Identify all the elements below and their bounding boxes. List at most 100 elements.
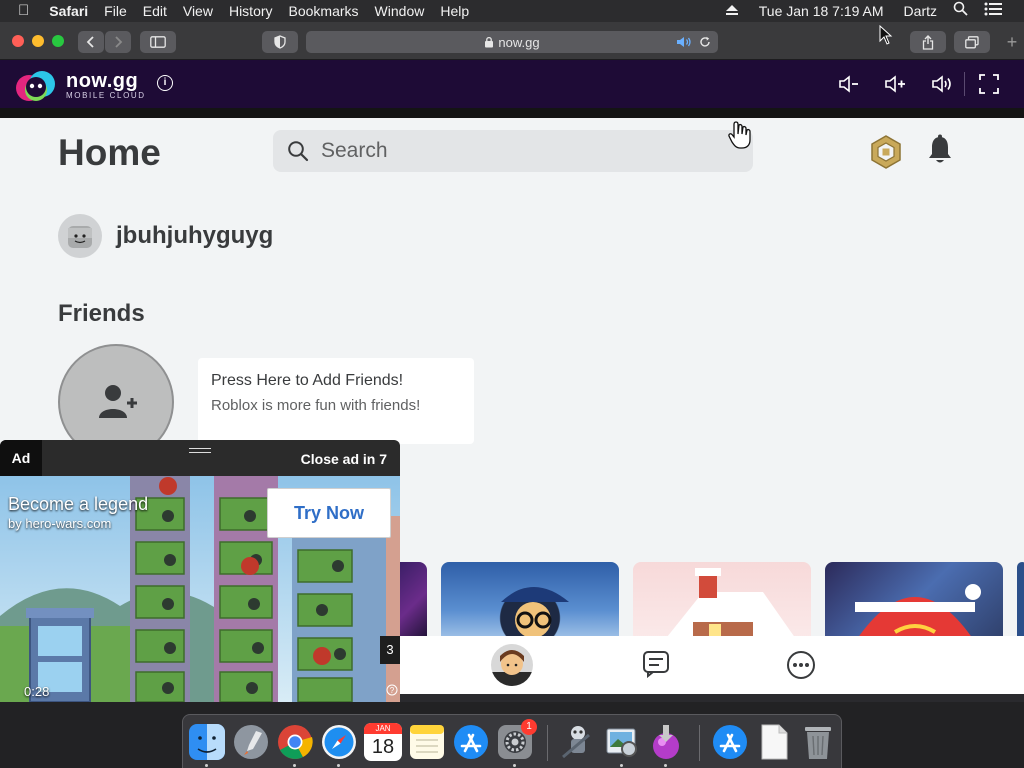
ad-drag-handle[interactable] — [189, 448, 211, 453]
window-zoom-button[interactable] — [52, 35, 64, 47]
notification-bell-icon[interactable] — [926, 134, 954, 166]
nav-avatar-button[interactable] — [491, 644, 533, 686]
header-divider — [964, 72, 965, 96]
close-ad-countdown[interactable]: Close ad in 7 — [301, 451, 387, 467]
installer-icon[interactable] — [647, 723, 685, 761]
back-button[interactable] — [78, 31, 104, 53]
ad-badge: Ad — [0, 440, 42, 476]
friends-heading: Friends — [58, 300, 145, 327]
game-tile[interactable] — [1017, 562, 1024, 642]
safari-toolbar: now.gg + — [0, 22, 1024, 60]
ad-info-icon[interactable]: ? — [386, 684, 398, 696]
document-icon[interactable] — [755, 723, 793, 761]
game-tile[interactable] — [441, 562, 619, 642]
menu-window[interactable]: Window — [367, 0, 433, 22]
macos-menu-bar:  Safari File Edit View History Bookmark… — [0, 0, 1024, 22]
window-minimize-button[interactable] — [32, 35, 44, 47]
ad-source: by hero-wars.com — [8, 516, 112, 531]
search-input[interactable] — [321, 130, 721, 172]
trash-icon[interactable] — [799, 723, 837, 761]
carousel-page-indicator[interactable]: 3 — [380, 636, 400, 664]
calendar-day: 18 — [371, 736, 395, 758]
add-friends-tooltip[interactable]: Press Here to Add Friends! Roblox is mor… — [198, 358, 474, 444]
app-store-download-icon[interactable] — [711, 723, 749, 761]
nowgg-logo-icon[interactable] — [14, 68, 60, 102]
nowgg-brand[interactable]: now.gg — [66, 70, 138, 93]
game-tile[interactable] — [633, 562, 811, 642]
username[interactable]: jbuhjuhyguyg — [116, 222, 273, 250]
notes-icon[interactable] — [408, 723, 446, 761]
chrome-running-indicator — [293, 764, 296, 767]
app-store-icon[interactable] — [452, 723, 490, 761]
chrome-icon[interactable] — [276, 723, 314, 761]
calendar-icon[interactable]: JAN 18 — [364, 723, 402, 761]
volume-up-icon[interactable] — [883, 72, 907, 96]
game-tile[interactable] — [825, 562, 1003, 642]
new-tab-button[interactable]: + — [1002, 32, 1022, 52]
launchpad-icon[interactable] — [232, 723, 270, 761]
menu-user[interactable]: Dartz — [896, 0, 945, 22]
safari-running-indicator — [337, 764, 340, 767]
safari-icon[interactable] — [320, 723, 358, 761]
menu-bookmarks[interactable]: Bookmarks — [281, 0, 367, 22]
menu-view[interactable]: View — [175, 0, 221, 22]
address-bar[interactable]: now.gg — [306, 31, 718, 53]
volume-icon[interactable] — [930, 72, 954, 96]
ad-headline: Become a legend — [8, 494, 149, 514]
menu-edit[interactable]: Edit — [135, 0, 175, 22]
search-icon — [288, 141, 309, 162]
dock-separator — [547, 725, 548, 761]
control-center-icon[interactable] — [976, 0, 1024, 22]
menu-file[interactable]: File — [96, 0, 135, 22]
installer-running-indicator — [664, 764, 667, 767]
arrow-cursor-icon — [879, 25, 893, 45]
menu-history[interactable]: History — [221, 0, 281, 22]
add-friend-icon — [99, 385, 137, 418]
privacy-shield-icon[interactable] — [262, 31, 298, 53]
tab-overview-button[interactable] — [954, 31, 990, 53]
automator-icon[interactable] — [559, 723, 597, 761]
user-avatar[interactable] — [58, 214, 102, 258]
menu-app-name[interactable]: Safari — [41, 0, 96, 22]
forward-button[interactable] — [105, 31, 131, 53]
system-preferences-running-indicator — [513, 764, 516, 767]
audio-playing-icon[interactable] — [676, 36, 692, 48]
fullscreen-icon[interactable] — [977, 72, 1001, 96]
volume-down-icon[interactable] — [837, 72, 861, 96]
window-close-button[interactable] — [12, 35, 24, 47]
system-preferences-badge: 1 — [521, 719, 537, 735]
add-friends-title: Press Here to Add Friends! — [211, 372, 404, 389]
header-shadow — [0, 108, 1024, 118]
more-icon[interactable] — [786, 650, 816, 680]
calendar-month: JAN — [364, 723, 402, 734]
macos-dock: JAN 18 1 — [182, 714, 842, 768]
add-friends-body: Roblox is more fun with friends! — [211, 397, 421, 414]
url-text: now.gg — [498, 34, 540, 50]
search-box[interactable] — [273, 130, 753, 172]
chat-icon[interactable] — [642, 650, 670, 678]
nowgg-tagline: MOBILE CLOUD — [66, 91, 146, 100]
eject-icon[interactable] — [717, 0, 747, 22]
preview-icon[interactable] — [603, 723, 641, 761]
reload-icon[interactable] — [699, 36, 711, 48]
preview-running-indicator — [620, 764, 623, 767]
info-icon[interactable]: i — [157, 75, 173, 91]
robux-icon[interactable] — [868, 134, 904, 170]
dock-separator — [699, 725, 700, 761]
share-button[interactable] — [910, 31, 946, 53]
ad-video-timer: 0:28 — [24, 684, 50, 699]
apple-menu-icon[interactable]:  — [0, 0, 41, 22]
finder-icon[interactable] — [188, 723, 226, 761]
finder-running-indicator — [205, 764, 208, 767]
menu-clock[interactable]: Tue Jan 18 7:19 AM — [747, 0, 896, 22]
spotlight-icon[interactable] — [945, 0, 976, 22]
page-title: Home — [58, 132, 161, 173]
svg-text:?: ? — [390, 686, 395, 695]
nowgg-header: now.gg MOBILE CLOUD i — [0, 60, 1024, 108]
hand-cursor-icon — [728, 121, 751, 149]
lock-icon — [485, 36, 494, 48]
sidebar-toggle-button[interactable] — [140, 31, 176, 53]
ad-overlay[interactable]: Ad Close ad in 7 Become a legend by hero… — [0, 440, 400, 702]
menu-help[interactable]: Help — [432, 0, 477, 22]
try-now-button[interactable]: Try Now — [267, 488, 391, 538]
